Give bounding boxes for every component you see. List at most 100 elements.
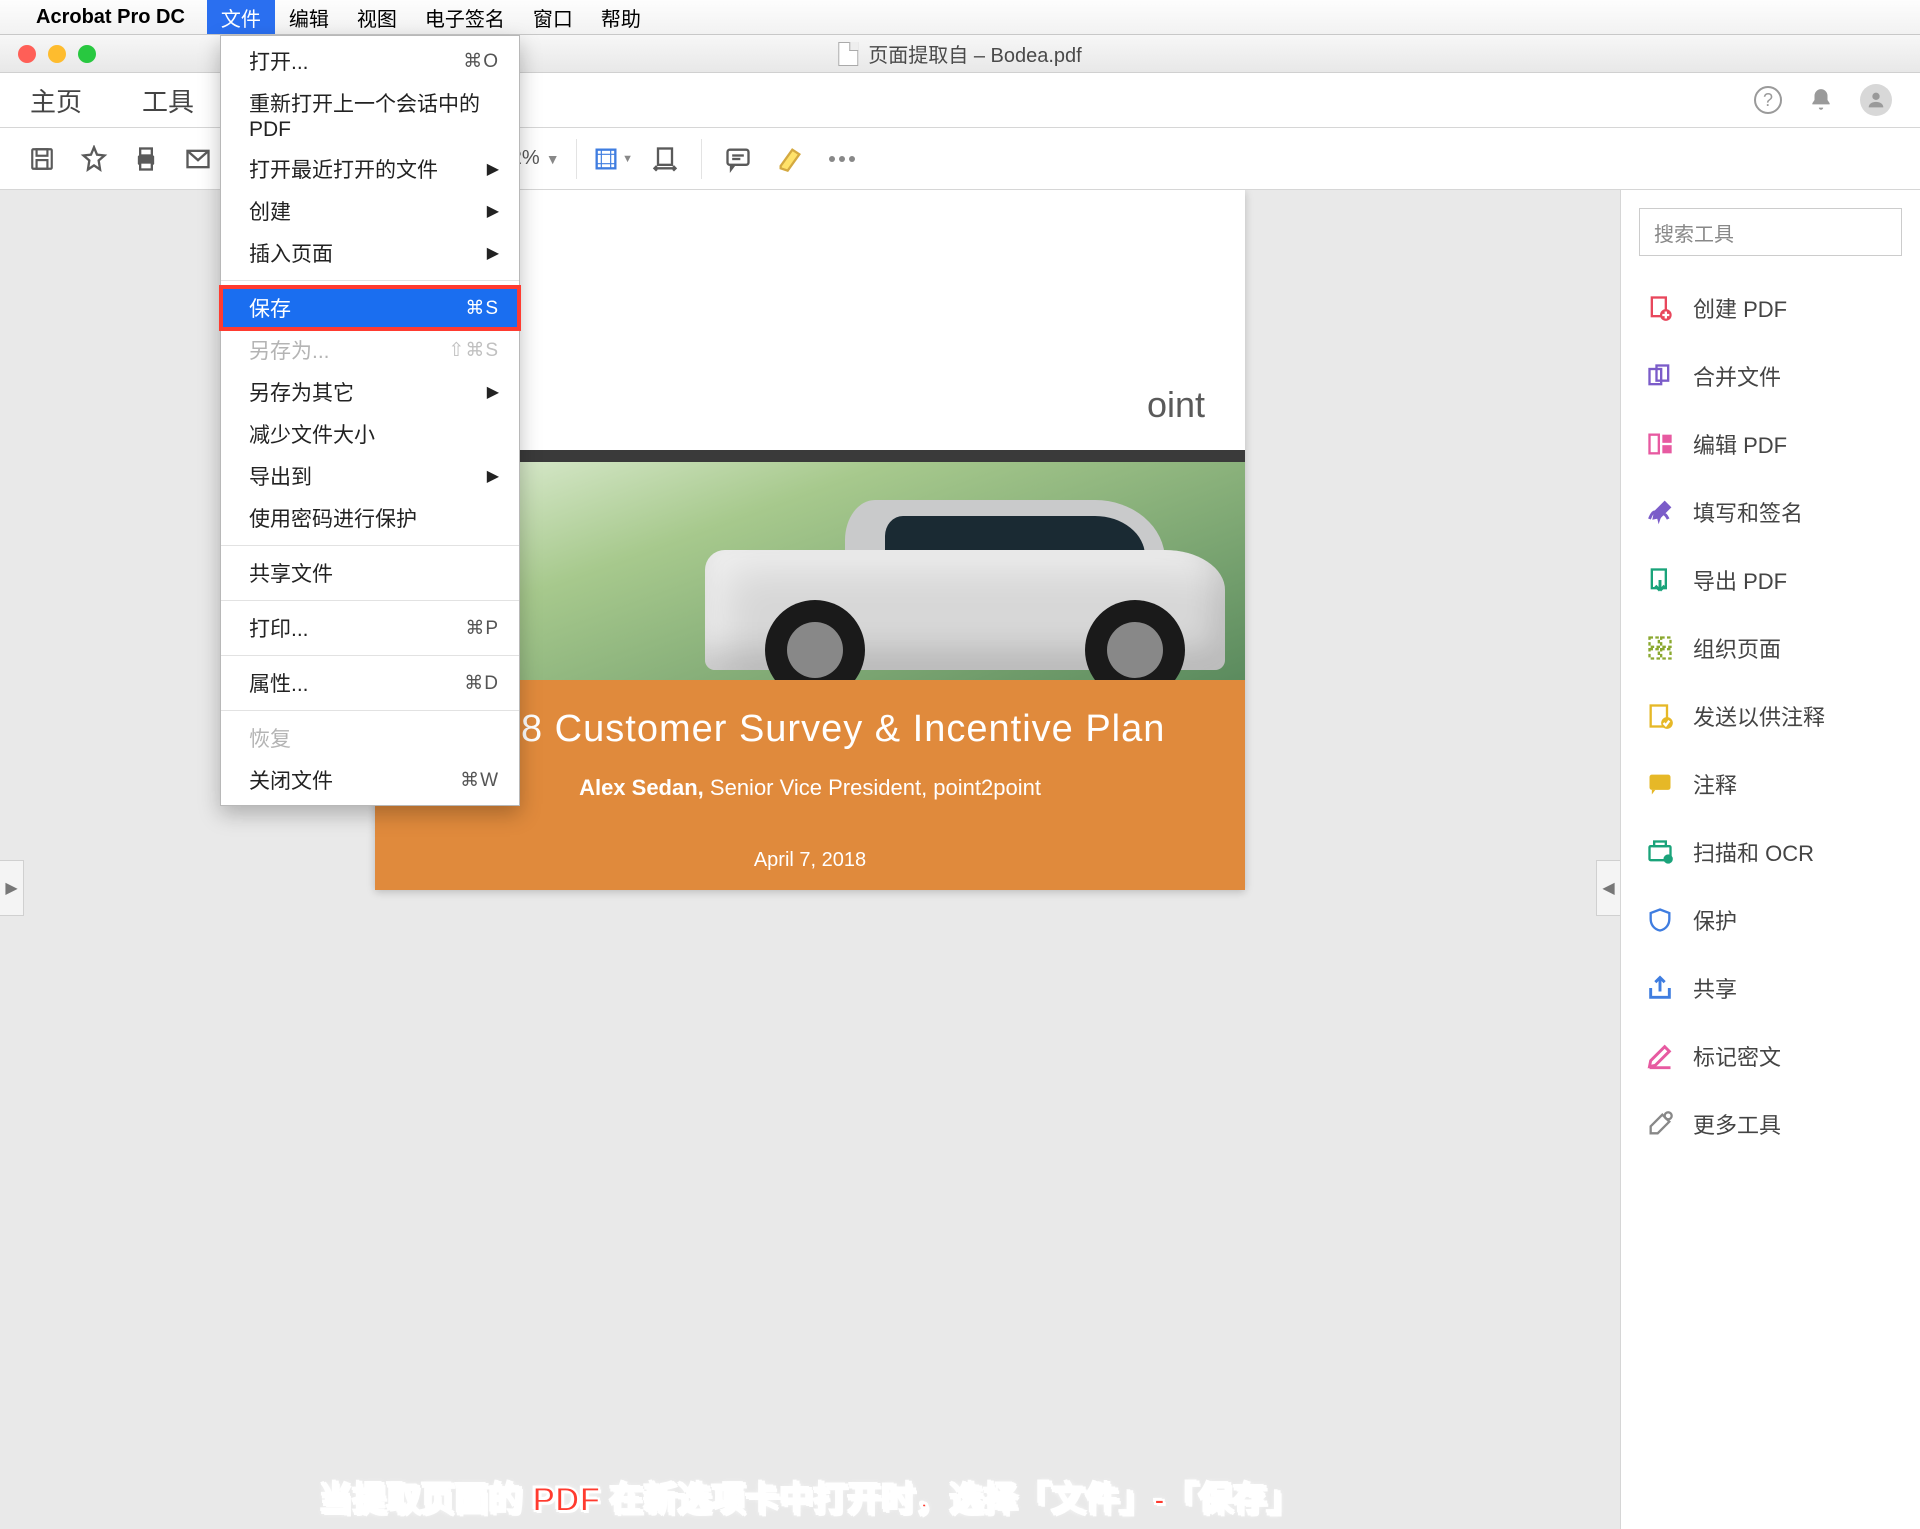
fill-sign-icon xyxy=(1645,497,1675,527)
tool-label: 共享 xyxy=(1693,972,1737,1004)
menu-file[interactable]: 文件 xyxy=(207,0,275,34)
menu-item-label: 打印... xyxy=(249,613,309,643)
save-icon[interactable] xyxy=(18,135,66,183)
caret-down-icon: ▼ xyxy=(546,151,560,167)
mac-menubar: Acrobat Pro DC 文件 编辑 视图 电子签名 窗口 帮助 xyxy=(0,0,1920,35)
menu-item[interactable]: 另存为其它▶ xyxy=(221,371,519,413)
right-panel-toggle[interactable]: ◀ xyxy=(1596,860,1620,916)
submenu-arrow-icon: ▶ xyxy=(487,243,499,263)
edit-pdf-icon xyxy=(1645,429,1675,459)
menu-item[interactable]: 插入页面▶ xyxy=(221,232,519,274)
tool-label: 组织页面 xyxy=(1693,632,1781,664)
page-width-icon[interactable] xyxy=(641,135,689,183)
menu-item-label: 打开最近打开的文件 xyxy=(249,154,438,184)
minimize-window-button[interactable] xyxy=(48,45,66,63)
tool-export-pdf[interactable]: 导出 PDF xyxy=(1639,550,1902,610)
menu-item[interactable]: 使用密码进行保护 xyxy=(221,497,519,539)
menu-item[interactable]: 打开最近打开的文件 ▶ xyxy=(221,148,519,190)
menu-item[interactable]: 减少文件大小 xyxy=(221,413,519,455)
nav-tools[interactable]: 工具 xyxy=(112,82,224,119)
brand-text: oint xyxy=(1147,384,1205,426)
menu-help[interactable]: 帮助 xyxy=(587,0,655,34)
more-icon[interactable] xyxy=(818,135,866,183)
left-panel-toggle[interactable]: ▶ xyxy=(0,860,24,916)
submenu-arrow-icon: ▶ xyxy=(487,466,499,486)
tool-label: 导出 PDF xyxy=(1693,564,1787,596)
menu-item[interactable]: 关闭文件 ⌘W xyxy=(221,759,519,801)
menu-shortcut: ⌘D xyxy=(464,672,499,695)
comment-icon[interactable] xyxy=(714,135,762,183)
tool-combine-files[interactable]: 合并文件 xyxy=(1639,346,1902,406)
tool-edit-pdf[interactable]: 编辑 PDF xyxy=(1639,414,1902,474)
menu-item-label: 共享文件 xyxy=(249,558,333,588)
fit-icon[interactable]: ▼ xyxy=(589,135,637,183)
tool-send-comments[interactable]: 发送以供注释 xyxy=(1639,686,1902,746)
create-pdf-icon xyxy=(1645,293,1675,323)
search-placeholder: 搜索工具 xyxy=(1654,218,1734,247)
mail-icon[interactable] xyxy=(174,135,222,183)
menu-item-label: 创建 xyxy=(249,196,291,226)
close-window-button[interactable] xyxy=(18,45,36,63)
doc-date: April 7, 2018 xyxy=(375,849,1245,872)
tool-share[interactable]: 共享 xyxy=(1639,958,1902,1018)
tool-create-pdf[interactable]: 创建 PDF xyxy=(1639,278,1902,338)
car-illustration xyxy=(665,500,1225,680)
menu-view[interactable]: 视图 xyxy=(343,0,411,34)
menu-item[interactable]: 属性...⌘D xyxy=(221,662,519,704)
file-menu-dropdown: 打开...⌘O重新打开上一个会话中的 PDF打开最近打开的文件▶创建▶插入页面▶… xyxy=(220,35,520,806)
menu-item[interactable]: 打开...⌘O xyxy=(221,40,519,82)
menu-esign[interactable]: 电子签名 xyxy=(411,0,519,34)
tool-fill-sign[interactable]: 填写和签名 xyxy=(1639,482,1902,542)
comments-icon xyxy=(1645,769,1675,799)
tool-scan-ocr[interactable]: 扫描和 OCR xyxy=(1639,822,1902,882)
submenu-arrow-icon: ▶ xyxy=(487,159,499,179)
menu-item[interactable]: 创建▶ xyxy=(221,190,519,232)
instruction-caption: 当提取页面的 PDF 在新选项卡中打开时，选择「文件」-「保存」 xyxy=(319,1472,1301,1521)
send-comments-icon xyxy=(1645,701,1675,731)
window-title: 页面提取自 – Bodea.pdf xyxy=(838,39,1081,68)
menu-item[interactable]: 导出到 ▶ xyxy=(221,455,519,497)
app-name[interactable]: Acrobat Pro DC xyxy=(36,6,185,29)
menu-item[interactable]: 重新打开上一个会话中的 PDF xyxy=(221,82,519,148)
help-icon[interactable]: ? xyxy=(1754,86,1782,114)
menu-item[interactable]: 打印...⌘P xyxy=(221,607,519,649)
print-icon[interactable] xyxy=(122,135,170,183)
fullscreen-window-button[interactable] xyxy=(78,45,96,63)
tool-protect[interactable]: 保护 xyxy=(1639,890,1902,950)
tool-label: 注释 xyxy=(1693,768,1737,800)
highlight-icon[interactable] xyxy=(766,135,814,183)
bell-icon[interactable] xyxy=(1808,87,1834,113)
tool-label: 标记密文 xyxy=(1693,1040,1781,1072)
tool-comments[interactable]: 注释 xyxy=(1639,754,1902,814)
menu-item: 恢复 xyxy=(221,717,519,759)
menu-item[interactable]: 保存 ⌘S xyxy=(221,287,519,329)
menu-shortcut: ⌘S xyxy=(465,297,499,320)
protect-icon xyxy=(1645,905,1675,935)
menu-shortcut: ⇧⌘S xyxy=(448,339,499,362)
redact-icon xyxy=(1645,1041,1675,1071)
menu-edit[interactable]: 编辑 xyxy=(275,0,343,34)
window-title-text: 页面提取自 – Bodea.pdf xyxy=(868,39,1081,68)
menu-shortcut: ⌘W xyxy=(460,769,499,792)
tool-label: 创建 PDF xyxy=(1693,292,1787,324)
nav-home[interactable]: 主页 xyxy=(0,82,112,119)
organize-pages-icon xyxy=(1645,633,1675,663)
user-avatar[interactable] xyxy=(1860,84,1892,116)
tool-redact[interactable]: 标记密文 xyxy=(1639,1026,1902,1086)
menu-window[interactable]: 窗口 xyxy=(519,0,587,34)
more-tools-icon xyxy=(1645,1109,1675,1139)
menu-item-label: 关闭文件 xyxy=(249,765,333,795)
tool-label: 保护 xyxy=(1693,904,1737,936)
tools-panel: 搜索工具 创建 PDF 合并文件编辑 PDF 填写和签名导出 PDF 组织页面发送以供… xyxy=(1620,190,1920,1529)
tool-label: 填写和签名 xyxy=(1693,496,1803,528)
tool-more-tools[interactable]: 更多工具 xyxy=(1639,1094,1902,1154)
menu-item-label: 重新打开上一个会话中的 PDF xyxy=(249,88,499,142)
menu-item[interactable]: 共享文件 xyxy=(221,552,519,594)
menu-item-label: 另存为... xyxy=(249,335,330,365)
search-tools-input[interactable]: 搜索工具 xyxy=(1639,208,1902,256)
tool-organize-pages[interactable]: 组织页面 xyxy=(1639,618,1902,678)
menu-item-label: 保存 xyxy=(249,293,291,323)
scan-ocr-icon xyxy=(1645,837,1675,867)
menu-item-label: 导出到 xyxy=(249,461,312,491)
star-icon[interactable] xyxy=(70,135,118,183)
